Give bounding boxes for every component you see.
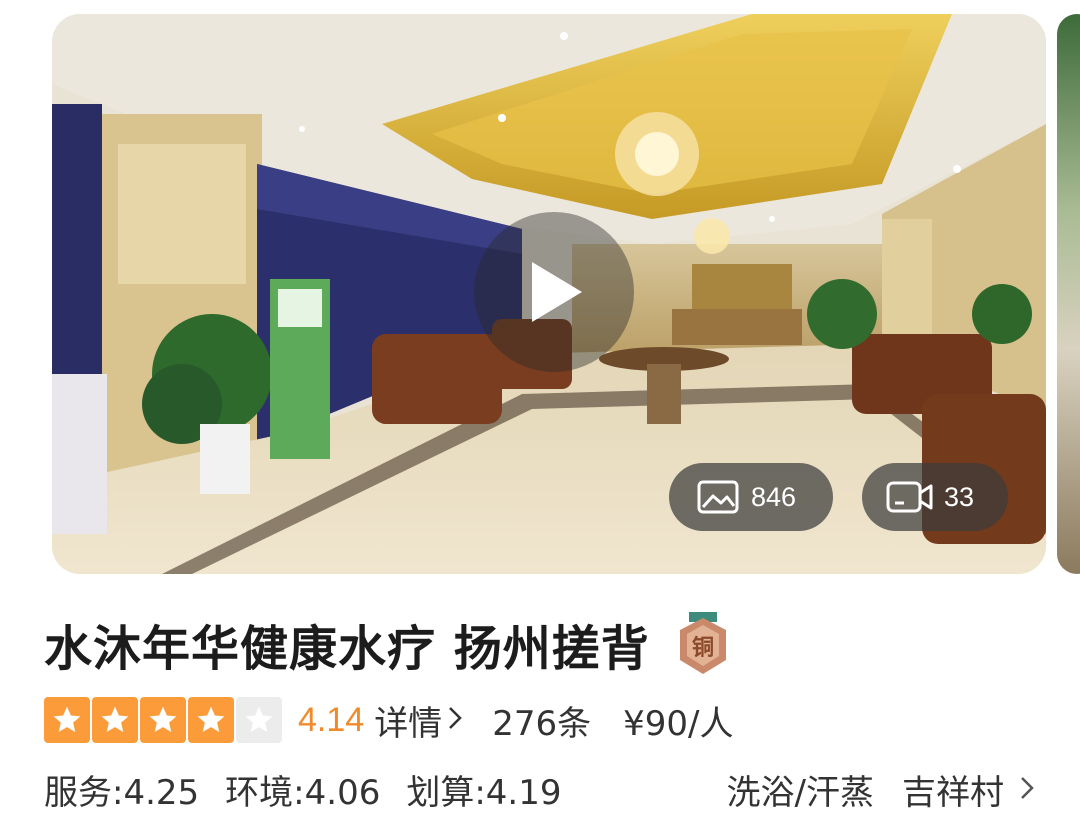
review-count[interactable]: 276条	[492, 696, 591, 745]
details-link[interactable]: 详情	[374, 696, 462, 745]
price-per-person: ¥90/人	[623, 703, 734, 744]
play-video-button[interactable]	[474, 212, 634, 372]
score: 4.14	[298, 700, 365, 739]
chevron-right-icon	[448, 703, 462, 738]
next-photo-preview[interactable]	[1057, 14, 1080, 574]
meta-row: 服务:4.25 环境:4.06 划算:4.19 洗浴/汗蒸 吉祥村	[44, 764, 1034, 814]
photo-count: 846	[751, 481, 797, 512]
star-icon	[140, 697, 186, 743]
area: 吉祥村	[902, 772, 1004, 813]
sub-score: 服务:4.25	[44, 772, 200, 813]
star-icon	[236, 697, 282, 743]
shop-name: 水沐年华健康水疗 扬州搓背	[44, 621, 650, 677]
play-icon	[532, 262, 582, 322]
category-location-link[interactable]: 洗浴/汗蒸 吉祥村	[727, 765, 1034, 814]
photo-count-button[interactable]: 846	[669, 463, 833, 531]
sub-score: 划算:4.19	[406, 772, 562, 813]
image-icon	[697, 480, 739, 514]
rating-row: 4.14 详情 276条 ¥90/人	[44, 696, 733, 744]
sub-score: 环境:4.06	[225, 772, 381, 813]
sub-scores: 服务:4.25 环境:4.06 划算:4.19	[44, 765, 588, 814]
video-count-button[interactable]: 33	[862, 463, 1008, 531]
star-icon	[44, 697, 90, 743]
star-icon	[188, 697, 234, 743]
shop-title-row: 水沐年华健康水疗 扬州搓背 铜	[44, 606, 730, 682]
video-count: 33	[944, 481, 975, 512]
star-icon	[92, 697, 138, 743]
bronze-medal-icon: 铜	[676, 612, 730, 676]
details-label: 详情	[374, 703, 443, 744]
chevron-right-icon	[1020, 769, 1034, 809]
category: 洗浴/汗蒸	[726, 772, 874, 813]
photo-gallery[interactable]: 846 33	[0, 0, 1080, 590]
video-camera-icon	[886, 480, 934, 514]
medal-label: 铜	[692, 635, 714, 661]
star-rating	[44, 697, 282, 743]
